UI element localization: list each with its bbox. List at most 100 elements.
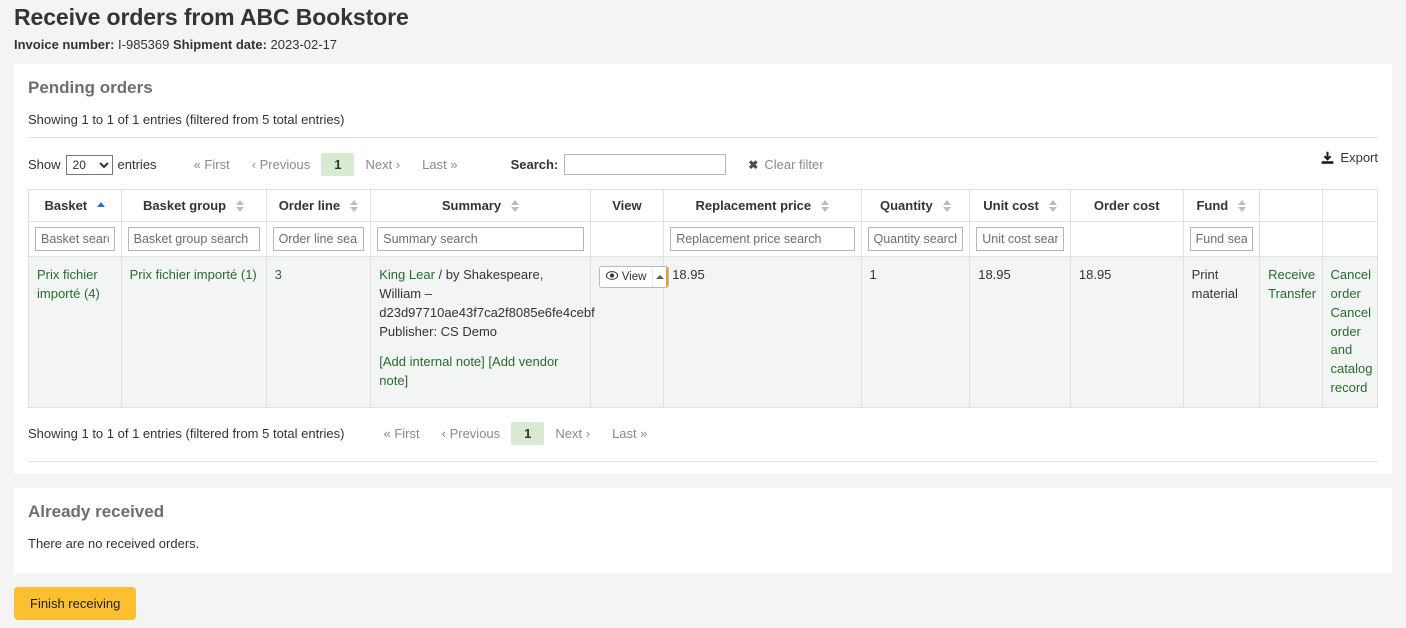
pager-page-1-bottom[interactable]: 1 (511, 421, 545, 445)
cell-quantity: 1 (860, 256, 971, 408)
col-header-fund[interactable]: Fund (1182, 189, 1261, 222)
pager-previous-bottom[interactable]: ‹ Previous (431, 422, 512, 445)
pending-showing-info-bottom: Showing 1 to 1 of 1 entries (filtered fr… (28, 425, 345, 441)
datatable-footer: Showing 1 to 1 of 1 entries (filtered fr… (28, 421, 1378, 455)
col-header-replacement-price[interactable]: Replacement price (663, 189, 862, 222)
pager-first-bottom[interactable]: « First (373, 422, 431, 445)
view-split-button[interactable]: View (598, 266, 670, 288)
cell-replacement-price: 18.95 (663, 256, 862, 408)
cell-summary: King Lear / by Shakespeare, William – d2… (370, 256, 595, 408)
filter-input-basket[interactable] (35, 227, 115, 251)
col-label: Summary (441, 198, 502, 213)
filter-input-basket-group[interactable] (127, 227, 260, 251)
filter-cell-view (589, 221, 665, 257)
export-button[interactable]: Export (1321, 150, 1378, 165)
search-input[interactable] (564, 154, 727, 175)
filter-input-order-line[interactable] (272, 227, 365, 251)
search-label: Search: (510, 157, 559, 172)
cell-cancel-actions: Cancel order Cancel order and catalog re… (1321, 256, 1379, 408)
cancel-order-and-catalog-record-link[interactable]: Cancel order and catalog record (1331, 305, 1373, 395)
filter-cell-cancel-actions (1321, 221, 1379, 257)
finish-receiving-button[interactable]: Finish receiving (14, 586, 137, 620)
col-header-order-cost: Order cost (1069, 189, 1184, 222)
cell-order-line: 3 (265, 256, 372, 408)
pager-last-top[interactable]: Last » (411, 153, 468, 176)
view-button[interactable]: View (599, 267, 653, 287)
summary-text: King Lear / by Shakespeare, William – d2… (379, 266, 594, 323)
col-header-unit-cost[interactable]: Unit cost (969, 189, 1071, 222)
cancel-order-link[interactable]: Cancel order (1331, 267, 1371, 301)
summary-title-link[interactable]: King Lear (379, 267, 435, 282)
show-label: Show (28, 157, 61, 172)
pagination-top: « First ‹ Previous 1 Next › Last » (183, 153, 469, 176)
pager-page-1-top[interactable]: 1 (321, 153, 355, 176)
page-title: Receive orders from ABC Bookstore (14, 4, 409, 30)
card-divider (28, 460, 1378, 462)
col-label: Order cost (1093, 198, 1160, 213)
pending-showing-info-top: Showing 1 to 1 of 1 entries (filtered fr… (28, 112, 345, 127)
transfer-link[interactable]: Transfer (1268, 286, 1316, 301)
cell-basket: Prix fichier importé (4) (28, 256, 122, 408)
filter-input-quantity[interactable] (867, 227, 964, 251)
col-header-view: View (589, 189, 665, 222)
filter-input-replacement-price[interactable] (670, 227, 855, 251)
pending-orders-title: Pending orders (28, 78, 153, 97)
pager-next-bottom[interactable]: Next › (544, 422, 601, 445)
summary-notes: [Add internal note] [Add vendor note] (379, 353, 581, 391)
table-filter-row (28, 221, 1379, 257)
receive-link[interactable]: Receive (1268, 267, 1315, 282)
sort-both-icon (1048, 199, 1057, 212)
col-label: Basket (44, 198, 88, 213)
page-length-control: Show 20 50 100 All entries (28, 154, 157, 175)
pagination-bottom: « First ‹ Previous 1 Next › Last » (373, 421, 659, 445)
download-icon (1321, 151, 1334, 165)
clear-filter-label: Clear filter (764, 157, 824, 172)
pending-orders-table: Basket Basket group Order line Summary V… (28, 189, 1379, 408)
filter-cell-basket-group (120, 221, 267, 257)
close-x-icon: ✖ (748, 157, 759, 172)
filter-input-fund[interactable] (1189, 227, 1254, 251)
sort-both-icon (350, 199, 359, 212)
col-header-summary[interactable]: Summary (370, 189, 591, 222)
table-row: Prix fichier importé (4) Prix fichier im… (28, 256, 1379, 408)
filter-cell-basket (28, 221, 122, 257)
cell-order-cost: 18.95 (1069, 256, 1184, 408)
col-label: Basket group (143, 198, 227, 213)
already-received-title: Already received (28, 501, 165, 521)
col-header-order-line[interactable]: Order line (265, 189, 372, 222)
filter-input-summary[interactable] (377, 227, 584, 251)
pager-next-top[interactable]: Next › (354, 153, 411, 176)
cell-fund: Print material (1182, 256, 1261, 408)
filter-cell-order-line (265, 221, 372, 257)
clear-filter-button[interactable]: ✖ Clear filter (748, 157, 823, 172)
view-dropdown-toggle[interactable] (652, 267, 669, 287)
page-length-select[interactable]: 20 50 100 All (65, 154, 113, 175)
col-header-basket-group[interactable]: Basket group (120, 189, 267, 222)
pager-first-top[interactable]: « First (183, 153, 241, 176)
basket-group-link[interactable]: Prix fichier importé (1) (130, 267, 257, 282)
add-internal-note-link[interactable]: [Add internal note] (379, 354, 485, 369)
col-header-quantity[interactable]: Quantity (860, 189, 971, 222)
sort-both-icon (1238, 199, 1247, 212)
col-label: Quantity (879, 198, 933, 213)
cell-receive-actions: Receive Transfer (1259, 256, 1323, 408)
pager-last-bottom[interactable]: Last » (601, 422, 658, 445)
col-header-basket[interactable]: Basket (28, 189, 122, 222)
export-label: Export (1340, 150, 1378, 165)
filter-cell-summary (370, 221, 591, 257)
filter-cell-unit-cost (969, 221, 1071, 257)
filter-cell-quantity (860, 221, 971, 257)
sort-both-icon (236, 199, 245, 212)
basket-link[interactable]: Prix fichier importé (4) (37, 267, 100, 301)
order-line-link[interactable]: 3 (275, 267, 282, 282)
sort-both-icon (942, 199, 951, 212)
finish-bar: Finish receiving (0, 573, 1406, 628)
invoice-meta: Invoice number: I-985369 Shipment date: … (14, 37, 1392, 64)
col-header-cancel-actions (1321, 189, 1379, 222)
col-label: View (612, 198, 642, 213)
filter-cell-replacement-price (663, 221, 862, 257)
col-label: Fund (1196, 198, 1229, 213)
filter-input-unit-cost[interactable] (976, 227, 1064, 251)
pager-previous-top[interactable]: ‹ Previous (241, 153, 322, 176)
already-received-card: Already received There are no received o… (14, 487, 1392, 573)
